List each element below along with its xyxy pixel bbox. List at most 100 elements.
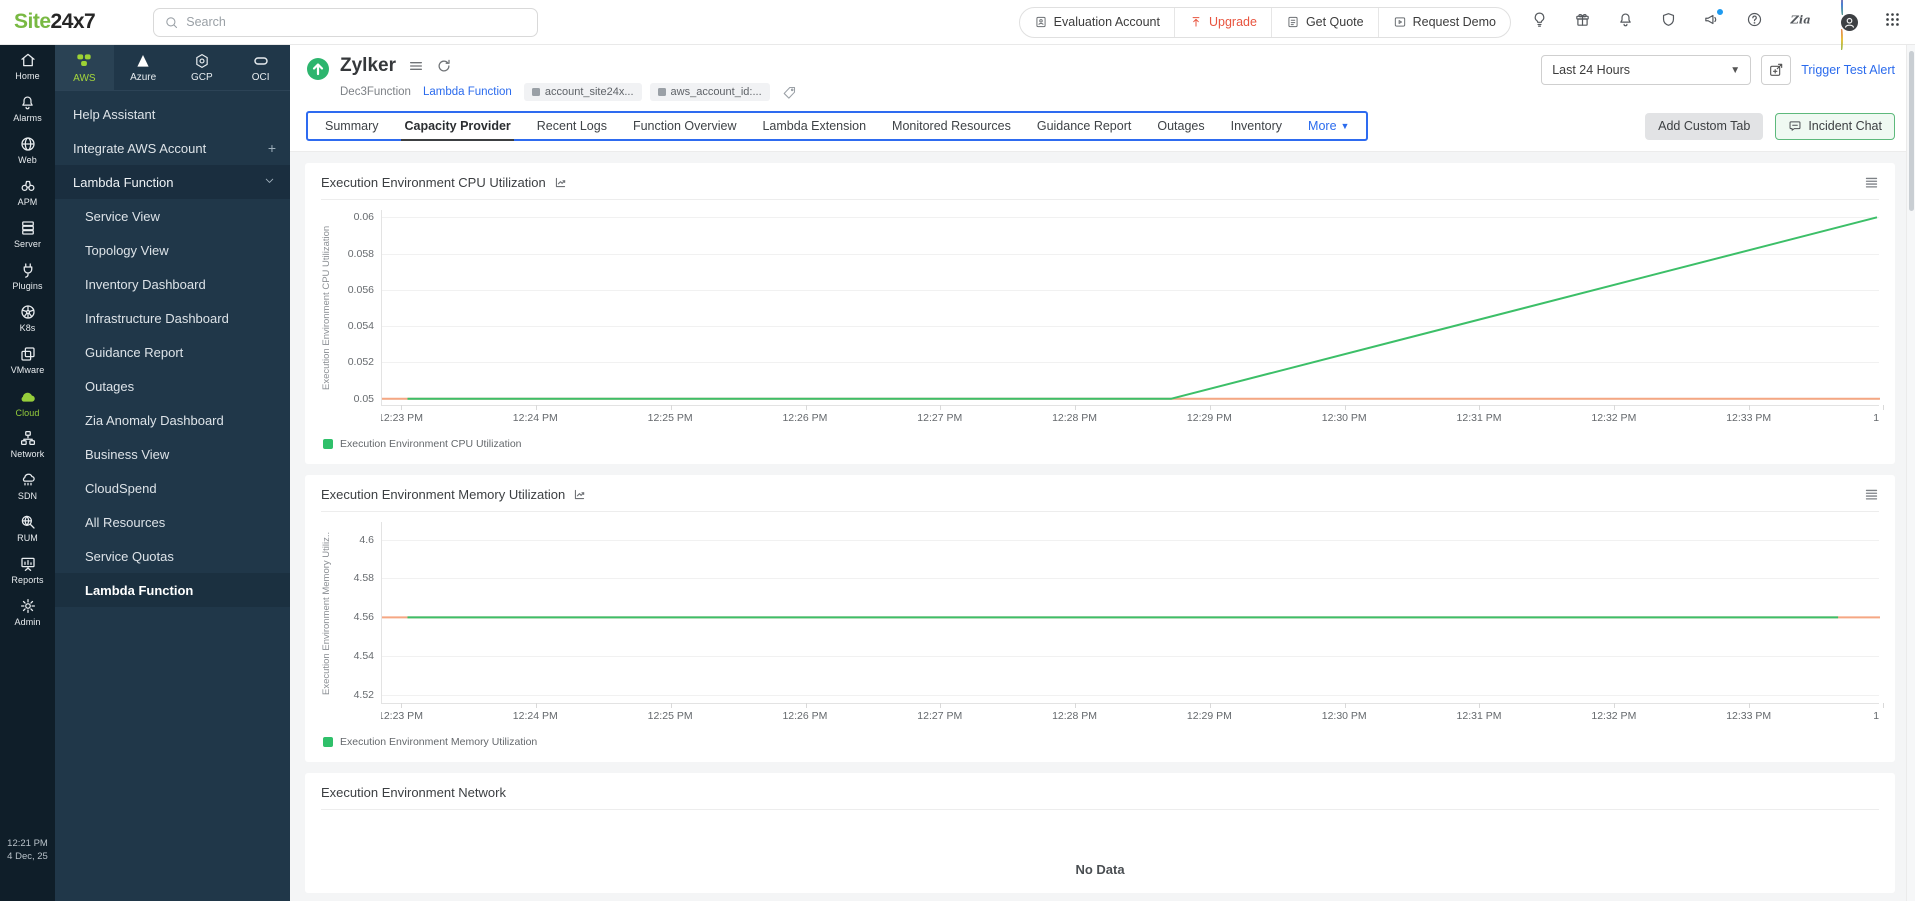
sidebar-item-help-assistant[interactable]: Help Assistant	[55, 97, 290, 131]
bell-icon	[19, 94, 36, 111]
tag-chip[interactable]: account_site24x...	[524, 83, 642, 101]
x-tick-label: 12:30 PM	[1322, 710, 1367, 722]
monitor-type-link[interactable]: Lambda Function	[423, 86, 512, 98]
refresh-icon[interactable]	[436, 58, 452, 74]
megaphone-icon[interactable]	[1703, 11, 1720, 33]
globe-icon	[19, 135, 37, 153]
add-custom-tab-button[interactable]: Add Custom Tab	[1645, 113, 1763, 140]
sidebar-item-topology-view[interactable]: Topology View	[55, 233, 290, 267]
tab-monitored-resources[interactable]: Monitored Resources	[879, 113, 1024, 139]
legend-item[interactable]: Execution Environment CPU Utilization	[323, 438, 522, 450]
chart-context-menu-icon[interactable]	[1864, 487, 1879, 502]
avatar-icon[interactable]	[1841, 0, 1858, 49]
sidebar-item-infrastructure-dashboard[interactable]: Infrastructure Dashboard	[55, 301, 290, 335]
trigger-test-alert-link[interactable]: Trigger Test Alert	[1801, 63, 1895, 77]
trend-expand-icon[interactable]	[554, 176, 567, 189]
rail-item-cloud[interactable]: Cloud	[0, 381, 55, 423]
sidebar-item-business-view[interactable]: Business View	[55, 437, 290, 471]
monitor-menu-icon[interactable]	[408, 58, 424, 74]
upgrade-button[interactable]: Upgrade	[1174, 8, 1271, 37]
rail-item-home[interactable]: Home	[0, 45, 55, 87]
lightbulb-icon[interactable]	[1531, 11, 1548, 33]
rail-item-alarms[interactable]: Alarms	[0, 87, 55, 129]
rail-item-admin[interactable]: Admin	[0, 591, 55, 633]
chart-legend[interactable]: Execution Environment CPU Utilization	[323, 438, 1879, 450]
get-quote-button[interactable]: Get Quote	[1271, 8, 1378, 37]
y-axis-label: Execution Environment CPU Utilization	[321, 210, 337, 406]
search-input[interactable]	[186, 15, 527, 29]
shield-icon[interactable]	[1660, 11, 1677, 33]
chart-plot-area[interactable]	[381, 210, 1879, 406]
apps-icon[interactable]	[1884, 11, 1901, 33]
request-demo-button[interactable]: Request Demo	[1378, 8, 1510, 37]
notification-dot	[1716, 8, 1724, 16]
home-icon	[19, 51, 37, 69]
gift-icon[interactable]	[1574, 11, 1591, 33]
sidebar-item-zia-anomaly-dashboard[interactable]: Zia Anomaly Dashboard	[55, 403, 290, 437]
y-tick-label: 0.058	[348, 248, 374, 260]
legend-item[interactable]: Execution Environment Memory Utilization	[323, 736, 537, 748]
bell-icon[interactable]	[1617, 11, 1634, 33]
time-range-select[interactable]: Last 24 Hours▼	[1541, 55, 1751, 85]
sidebar-item-inventory-dashboard[interactable]: Inventory Dashboard	[55, 267, 290, 301]
x-tick-label: 12:..	[1873, 710, 1879, 722]
tab-recent-logs[interactable]: Recent Logs	[524, 113, 620, 139]
tab-lambda-extension[interactable]: Lambda Extension	[749, 113, 879, 139]
global-search[interactable]	[153, 8, 538, 37]
cloud-tab-azure[interactable]: Azure	[114, 45, 173, 90]
tab-more[interactable]: More▼	[1295, 113, 1362, 139]
y-tick-label: 0.056	[348, 284, 374, 296]
rail-clock: 12:21 PM4 Dec, 25	[0, 837, 55, 863]
y-tick-label: 4.58	[354, 572, 374, 584]
sidebar-item-service-view[interactable]: Service View	[55, 199, 290, 233]
chart-context-menu-icon[interactable]	[1864, 175, 1879, 190]
x-tick-label: 12:32 PM	[1591, 412, 1636, 424]
sidebar-item-cloudspend[interactable]: CloudSpend	[55, 471, 290, 505]
rail-item-server[interactable]: Server	[0, 213, 55, 255]
sidebar-item-lambda-function[interactable]: Lambda Function	[55, 573, 290, 607]
tab-outages[interactable]: Outages	[1144, 113, 1217, 139]
tab-function-overview[interactable]: Function Overview	[620, 113, 750, 139]
cloud-tab-gcp[interactable]: GCP	[173, 45, 232, 90]
rail-item-sdn[interactable]: SDN	[0, 465, 55, 507]
sidebar-item-guidance-report[interactable]: Guidance Report	[55, 335, 290, 369]
rail-item-plugins[interactable]: Plugins	[0, 255, 55, 297]
trend-expand-icon[interactable]	[573, 488, 586, 501]
sidebar-item-all-resources[interactable]: All Resources	[55, 505, 290, 539]
rail-item-k8s[interactable]: K8s	[0, 297, 55, 339]
vertical-scrollbar[interactable]	[1906, 45, 1915, 901]
sidebar-item-lambda-function[interactable]: Lambda Function	[55, 165, 290, 199]
chart-title: Execution Environment Network	[321, 785, 506, 800]
evaluation-account-button[interactable]: Evaluation Account	[1020, 8, 1174, 37]
tab-inventory[interactable]: Inventory	[1218, 113, 1295, 139]
add-to-dashboard-button[interactable]	[1761, 55, 1791, 85]
zia-icon[interactable]: Zia	[1789, 11, 1815, 33]
tab-capacity-provider[interactable]: Capacity Provider	[391, 113, 523, 139]
sidebar-item-integrate-aws-account[interactable]: Integrate AWS Account+	[55, 131, 290, 165]
rail-item-network[interactable]: Network	[0, 423, 55, 465]
cloud-tab-aws[interactable]: AWS	[55, 45, 114, 90]
plus-icon[interactable]: +	[268, 140, 276, 156]
tab-summary[interactable]: Summary	[312, 113, 391, 139]
rail-item-apm[interactable]: APM	[0, 171, 55, 213]
cloud-tab-oci[interactable]: OCI	[231, 45, 290, 90]
x-tick-label: 12:25 PM	[648, 710, 693, 722]
rail-item-reports[interactable]: Reports	[0, 549, 55, 591]
chart-title: Execution Environment CPU Utilization	[321, 175, 546, 190]
chart-legend[interactable]: Execution Environment Memory Utilization	[323, 736, 1879, 748]
sidebar-item-outages[interactable]: Outages	[55, 369, 290, 403]
help-icon[interactable]	[1746, 11, 1763, 33]
incident-chat-button[interactable]: Incident Chat	[1775, 113, 1895, 140]
chevron-down-icon	[263, 174, 276, 190]
tag-icon[interactable]	[782, 85, 797, 100]
x-tick-label: 12:28 PM	[1052, 412, 1097, 424]
rail-item-rum[interactable]: RUM	[0, 507, 55, 549]
tab-guidance-report[interactable]: Guidance Report	[1024, 113, 1145, 139]
sidebar-item-service-quotas[interactable]: Service Quotas	[55, 539, 290, 573]
rail-item-web[interactable]: Web	[0, 129, 55, 171]
site24x7-logo[interactable]: Site24x7	[14, 10, 95, 34]
rail-item-vmware[interactable]: VMware	[0, 339, 55, 381]
chart-plot-area[interactable]	[381, 522, 1879, 704]
scrollbar-thumb[interactable]	[1909, 51, 1914, 211]
tag-chip[interactable]: aws_account_id:...	[650, 83, 770, 101]
